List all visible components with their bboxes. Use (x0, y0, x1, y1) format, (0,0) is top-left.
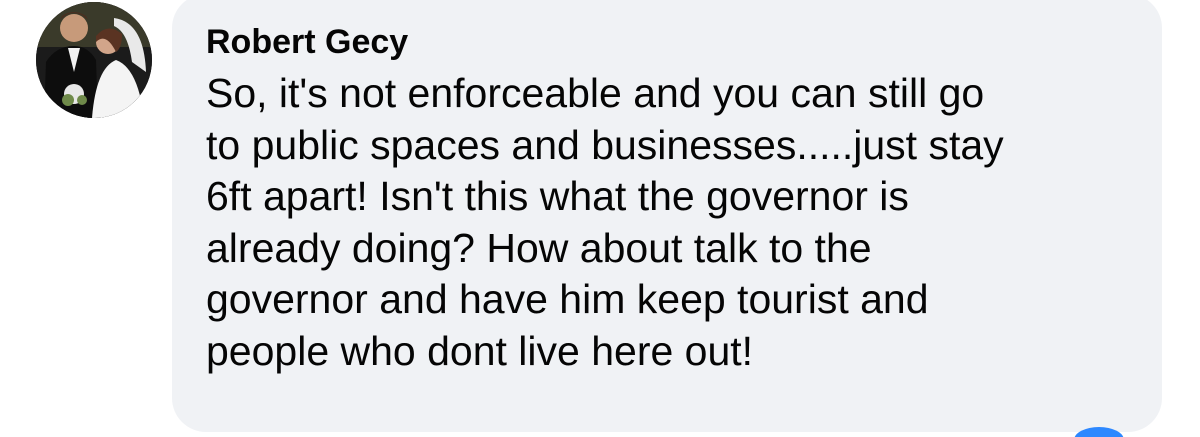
comment-bubble: Robert Gecy So, it's not enforceable and… (172, 0, 1162, 432)
comment: Robert Gecy So, it's not enforceable and… (0, 0, 1200, 437)
author-avatar[interactable] (36, 2, 152, 118)
profile-photo-icon (36, 2, 152, 118)
author-name[interactable]: Robert Gecy (206, 22, 1132, 62)
comment-text: So, it's not enforceable and you can sti… (206, 70, 1004, 374)
